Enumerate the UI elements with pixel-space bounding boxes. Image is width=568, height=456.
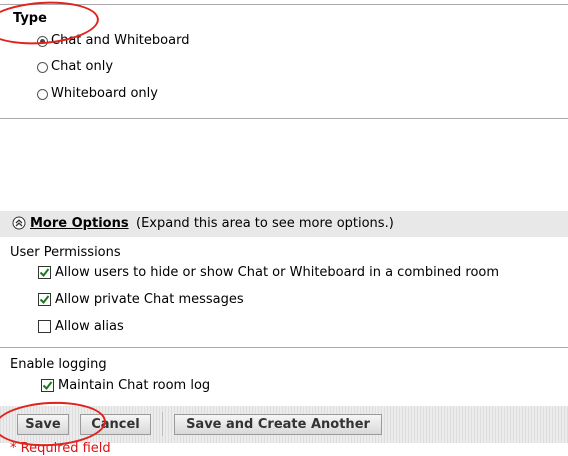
- checkbox-allow-hide-show[interactable]: [38, 266, 51, 279]
- more-options-link[interactable]: More Options: [30, 216, 129, 231]
- checkbox-allow-alias[interactable]: [38, 320, 51, 333]
- checkbox-allow-private-chat[interactable]: [38, 293, 51, 306]
- radio-label-whiteboard-only[interactable]: Whiteboard only: [51, 86, 158, 101]
- button-separator: [162, 412, 163, 436]
- more-options-hint: (Expand this area to see more options.): [136, 216, 394, 231]
- checkbox-label-allow-hide-show[interactable]: Allow users to hide or show Chat or Whit…: [55, 265, 499, 280]
- checkbox-maintain-chat-log[interactable]: [41, 379, 54, 392]
- cancel-button[interactable]: Cancel: [80, 414, 151, 435]
- collapse-icon[interactable]: [12, 216, 26, 234]
- radio-chat-and-whiteboard[interactable]: [37, 36, 48, 47]
- save-button[interactable]: Save: [17, 414, 69, 435]
- radio-whiteboard-only[interactable]: [37, 89, 48, 100]
- checkmark-icon: [42, 381, 53, 391]
- save-and-create-another-button[interactable]: Save and Create Another: [174, 414, 382, 435]
- type-divider: [0, 118, 568, 119]
- radio-label-chat-and-whiteboard[interactable]: Chat and Whiteboard: [51, 33, 189, 48]
- checkmark-icon: [39, 295, 50, 305]
- enable-logging-heading: Enable logging: [10, 357, 107, 372]
- checkmark-icon: [39, 268, 50, 278]
- radio-chat-only[interactable]: [37, 62, 48, 73]
- top-divider: [0, 4, 568, 5]
- radio-label-chat-only[interactable]: Chat only: [51, 59, 113, 74]
- checkbox-label-maintain-chat-log[interactable]: Maintain Chat room log: [58, 378, 210, 393]
- checkbox-label-allow-alias[interactable]: Allow alias: [55, 319, 124, 334]
- checkbox-label-allow-private-chat[interactable]: Allow private Chat messages: [55, 292, 244, 307]
- user-permissions-heading: User Permissions: [10, 245, 121, 260]
- permissions-divider: [0, 347, 568, 348]
- type-heading: Type: [13, 11, 47, 26]
